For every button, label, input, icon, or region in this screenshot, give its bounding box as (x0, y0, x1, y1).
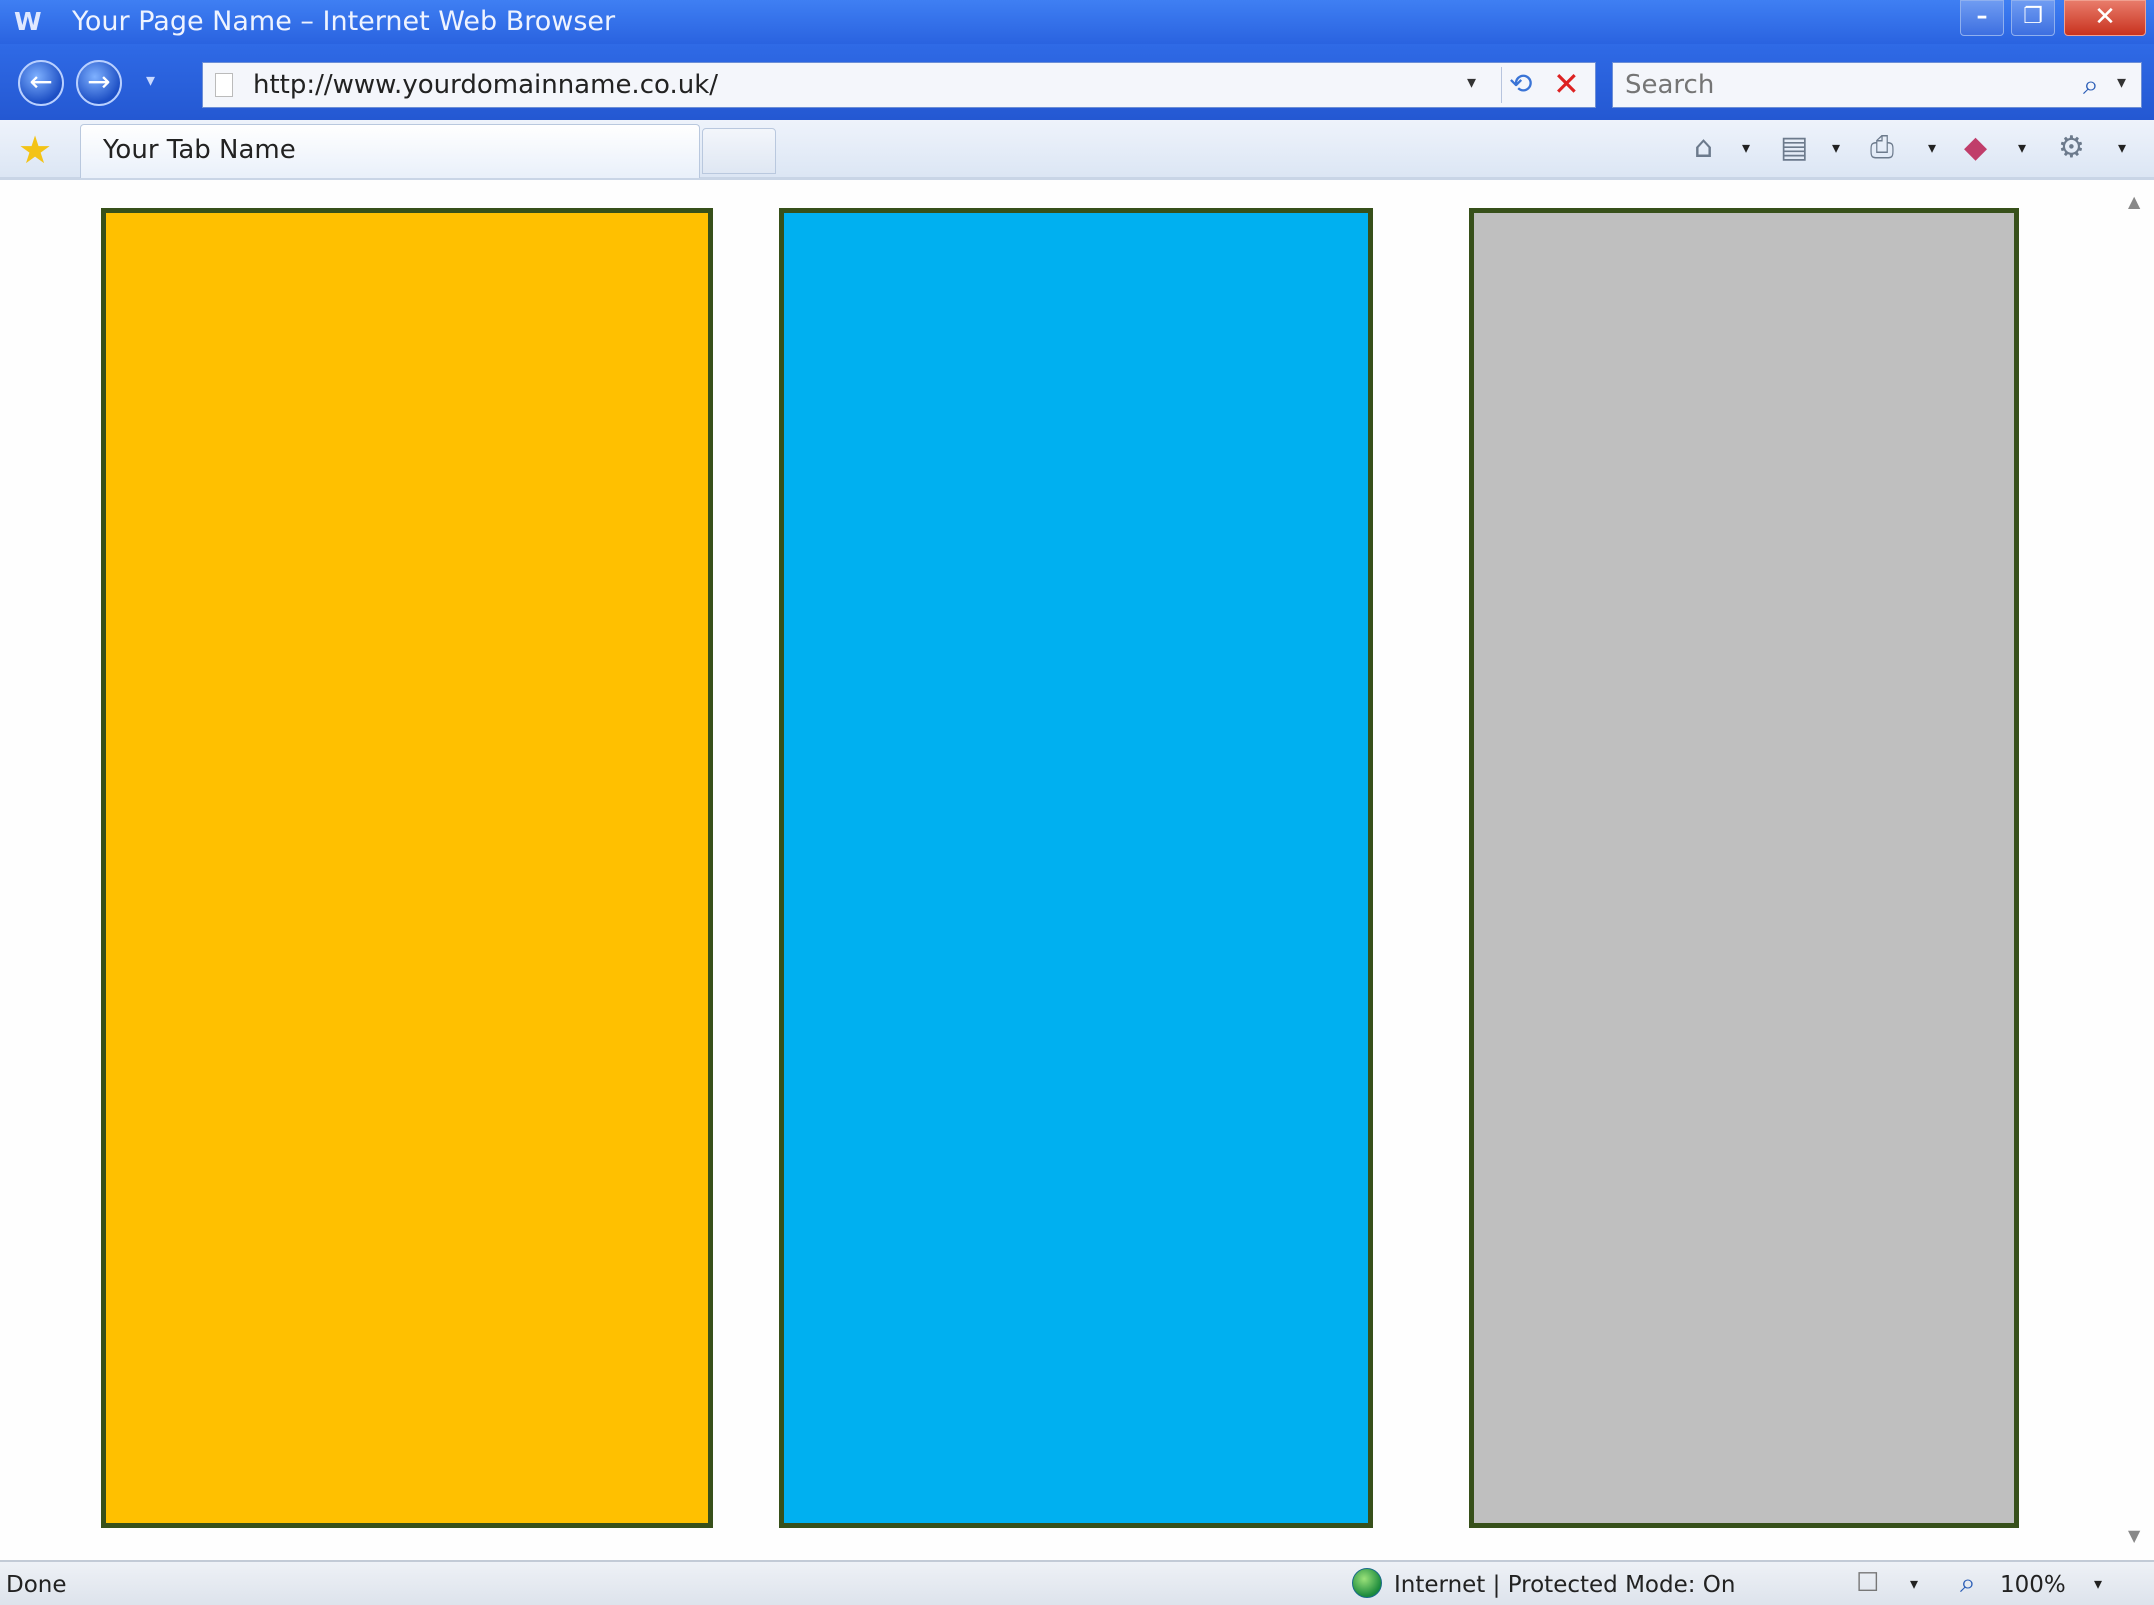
address-dropdown-icon[interactable]: ▾ (1467, 72, 1476, 93)
print-dropdown-icon[interactable]: ▾ (1928, 138, 1936, 157)
favorites-star-icon[interactable]: ★ (18, 128, 52, 172)
page-dropdown-icon[interactable]: ▾ (2018, 138, 2026, 157)
tools-dropdown-icon[interactable]: ▾ (2118, 138, 2126, 157)
forward-button[interactable]: → (76, 60, 122, 106)
zoom-level[interactable]: 100% (2000, 1572, 2066, 1598)
close-button[interactable]: ✕ (2064, 0, 2146, 36)
lock-dropdown-icon[interactable]: ▾ (1910, 1574, 1918, 1593)
search-input[interactable] (1613, 63, 2073, 107)
browser-logo-icon: W (14, 7, 42, 36)
tab-active[interactable]: Your Tab Name (80, 124, 700, 178)
page-icon[interactable]: ◆ (1964, 130, 1987, 165)
zoom-magnifier-icon[interactable]: ⌕ (1960, 1566, 1976, 1600)
minimize-button[interactable]: – (1960, 0, 2004, 36)
url-text[interactable]: http://www.yourdomainname.co.uk/ (253, 70, 718, 100)
search-dropdown-icon[interactable]: ▾ (2117, 72, 2126, 93)
search-icon[interactable]: ⌕ (2083, 68, 2099, 102)
address-bar[interactable]: http://www.yourdomainname.co.uk/ ▾ ⟲ ✕ (202, 62, 1596, 108)
gray-panel (1469, 208, 2019, 1528)
new-tab-button[interactable] (702, 128, 776, 174)
feeds-dropdown-icon[interactable]: ▾ (1832, 138, 1840, 157)
security-zone-text[interactable]: Internet | Protected Mode: On (1394, 1572, 1736, 1598)
blue-panel (779, 208, 1373, 1528)
internet-globe-icon (1352, 1568, 1382, 1598)
zoom-dropdown-icon[interactable]: ▾ (2094, 1574, 2102, 1593)
address-separator (1501, 67, 1502, 103)
print-icon[interactable]: ⎙ (1870, 130, 1894, 165)
page-icon (215, 73, 233, 97)
tab-bar: ★ Your Tab Name ⌂ ▾ ▤ ▾ ⎙ ▾ ◆ ▾ ⚙ ▾ (0, 120, 2154, 180)
status-text: Done (6, 1572, 67, 1598)
orange-panel (101, 208, 713, 1528)
back-button[interactable]: ← (18, 60, 64, 106)
recent-pages-dropdown-icon[interactable]: ▾ (146, 70, 155, 91)
scroll-down-arrow-icon[interactable]: ▼ (2128, 1526, 2140, 1545)
refresh-icon[interactable]: ⟲ (1509, 67, 1532, 100)
home-dropdown-icon[interactable]: ▾ (1742, 138, 1750, 157)
tab-label: Your Tab Name (103, 135, 296, 165)
search-box: ⌕ ▾ (1612, 62, 2142, 108)
page-content: ▲ ▼ (0, 180, 2154, 1560)
stop-icon[interactable]: ✕ (1553, 65, 1580, 103)
status-bar: Done Internet | Protected Mode: On ☐ ▾ ⌕… (0, 1560, 2154, 1605)
window-title: Your Page Name – Internet Web Browser (72, 6, 616, 37)
home-icon[interactable]: ⌂ (1694, 130, 1713, 165)
title-bar: W Your Page Name – Internet Web Browser … (0, 0, 2154, 44)
feeds-icon[interactable]: ▤ (1780, 130, 1808, 165)
navigation-bar: ← → ▾ http://www.yourdomainname.co.uk/ ▾… (0, 44, 2154, 120)
scroll-up-arrow-icon[interactable]: ▲ (2128, 192, 2140, 211)
maximize-button[interactable]: ❐ (2011, 0, 2055, 36)
lock-icon[interactable]: ☐ (1856, 1568, 1879, 1598)
tools-gear-icon[interactable]: ⚙ (2058, 130, 2085, 165)
